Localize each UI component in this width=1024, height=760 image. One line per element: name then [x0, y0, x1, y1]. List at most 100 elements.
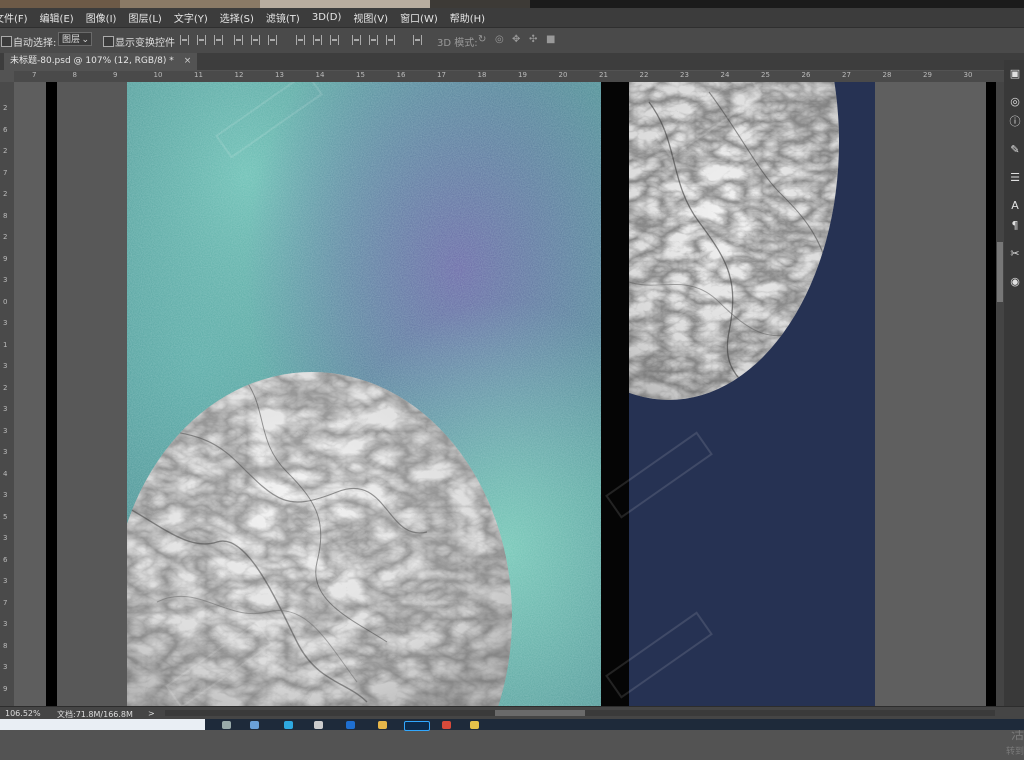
task-view-icon[interactable] [250, 721, 259, 729]
align-hcenter-icon[interactable] [251, 35, 260, 45]
distribute-bottom-icon[interactable] [330, 35, 339, 45]
show-transform-checkbox[interactable] [103, 36, 114, 47]
ruler-top-label: 14 [315, 71, 325, 79]
drag-3d-icon[interactable]: ✥ [512, 34, 520, 45]
taskbar-search-area[interactable] [0, 719, 205, 730]
vertical-scrollbar[interactable] [996, 82, 1004, 706]
menu-help[interactable]: 帮助(H) [444, 10, 491, 25]
text-icon[interactable]: A [1009, 200, 1021, 212]
shape-icon[interactable]: ▣ [1009, 68, 1021, 80]
search-icon[interactable] [222, 721, 231, 729]
align-bottom-icon[interactable] [214, 35, 223, 45]
folder-icon[interactable] [378, 721, 387, 729]
os-taskbar [0, 719, 1024, 731]
scale-3d-icon[interactable]: ■ [546, 34, 555, 45]
explorer-icon[interactable] [470, 721, 479, 729]
ruler-left-label: 3 [3, 276, 8, 284]
menu-3d[interactable]: 3D(D) [306, 12, 348, 23]
ruler-top-label: 17 [437, 71, 446, 79]
paths-icon[interactable]: ◉ [1009, 276, 1021, 288]
watermark-overlay [165, 82, 763, 706]
ruler-left-label: 2 [3, 104, 8, 112]
options-bar: 自动选择: 图层 ⌄ 显示变换控件 3D 模式: ↻ ◎ ✥ ✣ ■ [0, 27, 1024, 54]
document-canvas[interactable] [14, 82, 1004, 706]
auto-select-dropdown[interactable]: 图层 ⌄ [58, 32, 92, 46]
document-tab[interactable]: 未标题-80.psd @ 107% (12, RGB/8) * × [4, 53, 198, 70]
vertical-scroll-thumb[interactable] [997, 242, 1003, 302]
sliders-icon[interactable]: ☰ [1009, 172, 1021, 184]
ruler-top-label: 13 [275, 71, 284, 79]
ruler-left-label: 3 [3, 620, 8, 628]
menu-image[interactable]: 图像(I) [80, 10, 123, 25]
status-arrow-icon[interactable]: > [148, 709, 155, 718]
auto-align-icon[interactable] [413, 35, 422, 45]
brush-icon[interactable]: ✎ [1009, 144, 1021, 156]
auto-select-checkbox[interactable] [1, 36, 12, 47]
menu-type[interactable]: 文字(Y) [168, 10, 214, 25]
ruler-left-label: 3 [3, 491, 8, 499]
ruler-left-label: 0 [3, 297, 8, 306]
align-vcenter-icon[interactable] [197, 35, 206, 45]
align-top-icon[interactable] [180, 35, 189, 45]
ruler-left-label: 3 [3, 448, 8, 456]
rotate-3d-icon[interactable]: ↻ [478, 34, 486, 45]
store-icon[interactable] [314, 721, 323, 729]
chrome-icon[interactable] [442, 721, 451, 729]
right-panel-dock: ▣ ◎ ⓘ ✎ ☰ A ¶ ✂ ◉ 激活 转到 [1004, 60, 1024, 757]
horizontal-scroll-thumb[interactable] [495, 710, 585, 716]
distribute-top-icon[interactable] [296, 35, 305, 45]
distribute-left-icon[interactable] [352, 35, 361, 45]
ruler-left-label: 9 [3, 254, 8, 263]
ruler-left-label: 8 [3, 211, 8, 220]
ruler-left-label: 1 [3, 340, 8, 349]
ruler-top-label: 10 [153, 71, 163, 79]
align-left-icon[interactable] [234, 35, 243, 45]
slide-3d-icon[interactable]: ✣ [529, 34, 537, 45]
ruler-left-label: 7 [3, 598, 8, 607]
close-icon[interactable]: × [184, 56, 192, 66]
ruler-left-label: 5 [3, 512, 8, 521]
ruler-left-label: 9 [3, 684, 8, 693]
menu-bar: 文件(F) 编辑(E) 图像(I) 图层(L) 文字(Y) 选择(S) 滤镜(T… [0, 8, 1024, 27]
chevron-down-icon: ⌄ [81, 35, 89, 45]
ruler-left-label: 6 [3, 555, 8, 564]
ruler-left-label: 2 [3, 233, 8, 241]
document-tab-title: 未标题-80.psd @ 107% (12, RGB/8) * [10, 56, 174, 66]
circle-info-icon[interactable]: ⓘ [1009, 116, 1021, 128]
distribute-hcenter-icon[interactable] [369, 35, 378, 45]
ruler-left-label: 3 [3, 319, 8, 327]
aperture-icon[interactable]: ◎ [1009, 96, 1021, 108]
browser-icon[interactable] [284, 721, 293, 729]
paragraph-icon[interactable]: ¶ [1009, 220, 1021, 232]
status-bar: 106.52% 文档:71.8M/166.8M > [0, 706, 1024, 720]
mail-icon[interactable] [346, 721, 355, 729]
ruler-top-label: 15 [356, 71, 365, 79]
align-right-icon[interactable] [268, 35, 277, 45]
show-transform-label: 显示变换控件 [115, 38, 175, 49]
menu-file[interactable]: 文件(F) [0, 10, 34, 25]
ruler-left-label: 3 [3, 534, 8, 542]
ruler-top-label: 19 [518, 71, 527, 79]
tools-icon[interactable]: ✂ [1009, 248, 1021, 260]
mode-3d-label: 3D 模式: [437, 38, 478, 49]
menu-layer[interactable]: 图层(L) [122, 10, 167, 25]
ruler-left-label: 3 [3, 426, 8, 435]
ruler-left-label: 3 [3, 577, 8, 585]
photo-strip [0, 0, 1024, 8]
ruler-left-label: 6 [3, 125, 8, 134]
menu-select[interactable]: 选择(S) [214, 10, 260, 25]
horizontal-scrollbar[interactable] [165, 710, 995, 716]
menu-window[interactable]: 窗口(W) [394, 10, 444, 25]
roll-3d-icon[interactable]: ◎ [495, 34, 504, 45]
menu-edit[interactable]: 编辑(E) [34, 10, 80, 25]
ruler-vertical: 2 6 2 7 2 8 2 9 3 0 3 1 3 2 3 3 3 4 3 5 3 6 3 7 3 8 3 9 [0, 82, 15, 706]
ruler-top-label: 21 [599, 71, 608, 79]
menu-view[interactable]: 视图(V) [347, 10, 394, 25]
ruler-top-label: 16 [396, 71, 406, 79]
ruler-top-label: 8 [72, 71, 77, 79]
ruler-left-label: 2 [3, 383, 8, 392]
distribute-right-icon[interactable] [386, 35, 395, 45]
distribute-vcenter-icon[interactable] [313, 35, 322, 45]
zoom-level[interactable]: 106.52% [5, 709, 41, 718]
menu-filter[interactable]: 滤镜(T) [260, 10, 306, 25]
